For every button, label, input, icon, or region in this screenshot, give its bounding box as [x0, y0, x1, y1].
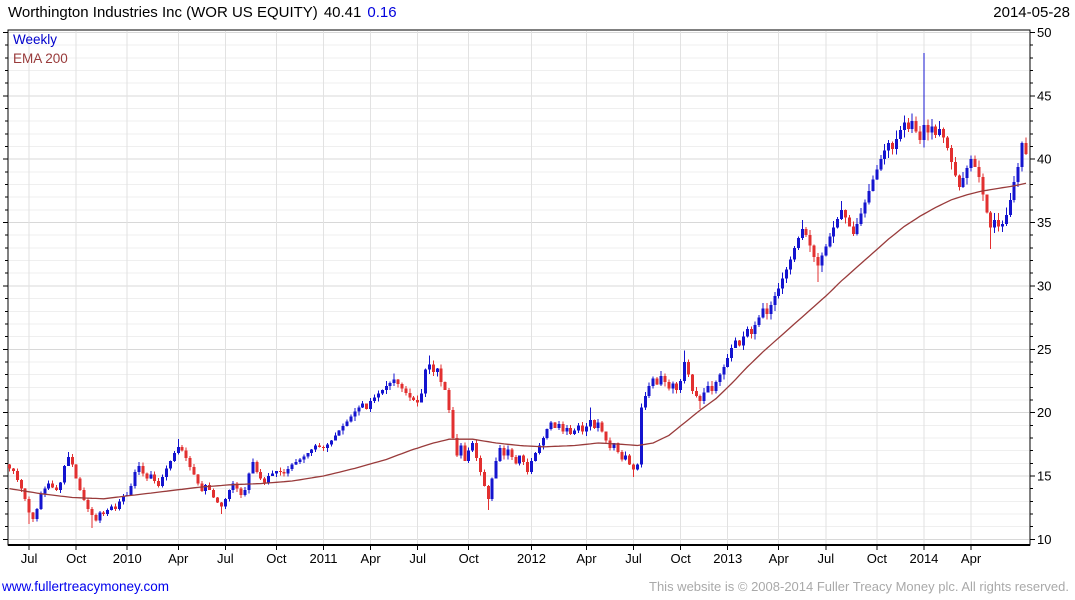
price-change: 0.16 — [367, 4, 397, 21]
last-price: 40.41 — [323, 4, 362, 21]
footer: www.fullertreacymoney.com This website i… — [2, 579, 1069, 597]
svg-text:15: 15 — [1037, 468, 1051, 483]
svg-text:Apr: Apr — [961, 551, 982, 566]
svg-text:2012: 2012 — [517, 551, 546, 566]
svg-text:2014: 2014 — [909, 551, 938, 566]
svg-text:Apr: Apr — [769, 551, 790, 566]
site-link[interactable]: www.fullertreacymoney.com — [2, 579, 169, 594]
svg-text:25: 25 — [1037, 342, 1051, 357]
chart-page: 10 15 20 25 30 35 40 45 50 Jul Oct 2010 Apr Jul Oct 201… — [0, 0, 1075, 600]
svg-text:Oct: Oct — [867, 551, 888, 566]
svg-text:45: 45 — [1037, 88, 1051, 103]
svg-text:10: 10 — [1037, 532, 1051, 547]
date-label: 2014-05-28 — [993, 4, 1070, 21]
page-title: Worthington Industries Inc (WOR US EQUIT… — [8, 4, 397, 21]
svg-text:30: 30 — [1037, 278, 1051, 293]
price-chart: 10 15 20 25 30 35 40 45 50 Jul Oct 2010 Apr Jul Oct 201… — [3, 25, 1051, 566]
legend-period: Weekly — [13, 32, 58, 47]
svg-text:2013: 2013 — [713, 551, 742, 566]
svg-text:Apr: Apr — [168, 551, 189, 566]
svg-text:35: 35 — [1037, 215, 1051, 230]
svg-text:Jul: Jul — [818, 551, 835, 566]
instrument-name: Worthington Industries Inc (WOR US EQUIT… — [8, 4, 318, 21]
svg-text:Oct: Oct — [459, 551, 480, 566]
svg-text:Oct: Oct — [671, 551, 692, 566]
svg-text:2010: 2010 — [113, 551, 142, 566]
svg-text:20: 20 — [1037, 405, 1051, 420]
svg-text:Oct: Oct — [266, 551, 287, 566]
svg-text:Jul: Jul — [217, 551, 234, 566]
svg-text:Jul: Jul — [409, 551, 426, 566]
svg-text:40: 40 — [1037, 152, 1051, 167]
svg-text:50: 50 — [1037, 25, 1051, 40]
svg-text:Jul: Jul — [21, 551, 38, 566]
svg-text:Oct: Oct — [66, 551, 87, 566]
svg-text:Jul: Jul — [625, 551, 642, 566]
copyright-text: This website is © 2008-2014 Fuller Treac… — [649, 579, 1069, 594]
svg-text:Apr: Apr — [360, 551, 381, 566]
title-row: Worthington Industries Inc (WOR US EQUIT… — [8, 4, 1070, 24]
legend-ema: EMA 200 — [13, 51, 68, 66]
svg-text:Apr: Apr — [576, 551, 597, 566]
svg-text:2011: 2011 — [309, 551, 337, 566]
